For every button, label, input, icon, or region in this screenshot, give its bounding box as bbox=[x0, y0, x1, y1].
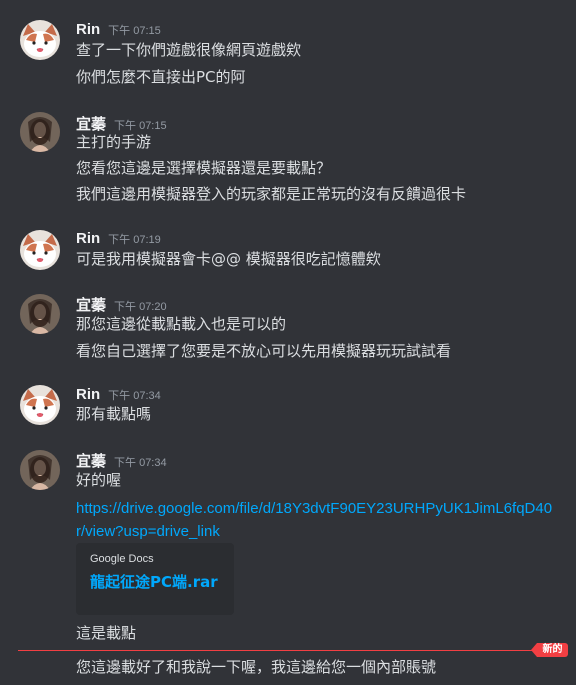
embed-provider[interactable]: Google Docs bbox=[90, 553, 234, 565]
username[interactable]: Rin bbox=[76, 230, 100, 247]
avatar[interactable] bbox=[20, 20, 60, 60]
timestamp: 下午 07:34 bbox=[114, 457, 167, 469]
message-text: 查了一下你們遊戲很像網頁遊戲欸 bbox=[76, 41, 302, 59]
message-header: 宜蓁 下午 07:15 bbox=[76, 113, 167, 133]
username[interactable]: 宜蓁 bbox=[76, 450, 106, 471]
embed-title[interactable]: 龍起征途PC端.rar bbox=[90, 573, 218, 591]
message-text: 這是載點 bbox=[76, 624, 137, 642]
timestamp: 下午 07:34 bbox=[108, 390, 161, 402]
drive-link[interactable]: https://drive.google.com/file/d/18Y3dvtF… bbox=[76, 497, 556, 543]
message-text: 您這邊載好了和我說一下喔，我這邊給您一個內部賬號 bbox=[76, 658, 437, 676]
timestamp: 下午 07:19 bbox=[108, 234, 161, 246]
username[interactable]: 宜蓁 bbox=[76, 294, 106, 315]
avatar[interactable] bbox=[20, 112, 60, 152]
photo-avatar-icon bbox=[20, 294, 60, 334]
link-embed: Google Docs 龍起征途PC端.rar bbox=[76, 543, 234, 615]
message-text: 主打的手游 bbox=[76, 133, 152, 151]
username[interactable]: Rin bbox=[76, 21, 100, 38]
avatar[interactable] bbox=[20, 385, 60, 425]
username[interactable]: Rin bbox=[76, 386, 100, 403]
message-header: Rin 下午 07:19 bbox=[76, 230, 161, 250]
cat-avatar-icon bbox=[20, 230, 60, 270]
message-header: 宜蓁 下午 07:34 bbox=[76, 450, 167, 470]
timestamp: 下午 07:15 bbox=[108, 25, 161, 37]
avatar[interactable] bbox=[20, 294, 60, 334]
message-text: 你們怎麼不直接出PC的阿 bbox=[76, 68, 246, 86]
avatar[interactable] bbox=[20, 450, 60, 490]
message-text: 可是我用模擬器會卡@@ 模擬器很吃記憶體欸 bbox=[76, 250, 381, 268]
cat-avatar-icon bbox=[20, 385, 60, 425]
message-text: 我們這邊用模擬器登入的玩家都是正常玩的沒有反饋過很卡 bbox=[76, 185, 467, 203]
message-text: 您看您這邊是選擇模擬器還是要載點？ bbox=[76, 159, 332, 177]
message-text: 那您這邊從載點載入也是可以的 bbox=[76, 315, 287, 333]
photo-avatar-icon bbox=[20, 112, 60, 152]
new-messages-badge: 新的 bbox=[531, 643, 568, 657]
photo-avatar-icon bbox=[20, 450, 60, 490]
new-messages-divider bbox=[18, 650, 538, 651]
message-header: 宜蓁 下午 07:20 bbox=[76, 294, 167, 314]
chat-message-list: Rin 下午 07:15 查了一下你們遊戲很像網頁遊戲欸 你們怎麼不直接出PC的… bbox=[0, 0, 576, 685]
cat-avatar-icon bbox=[20, 20, 60, 60]
timestamp: 下午 07:20 bbox=[114, 301, 167, 313]
message-header: Rin 下午 07:15 bbox=[76, 21, 161, 41]
message-text: 好的喔 bbox=[76, 471, 122, 489]
message-text: 看您自己選擇了您要是不放心可以先用模擬器玩玩試試看 bbox=[76, 342, 452, 360]
avatar[interactable] bbox=[20, 230, 60, 270]
message-text: 那有載點嗎 bbox=[76, 405, 152, 423]
